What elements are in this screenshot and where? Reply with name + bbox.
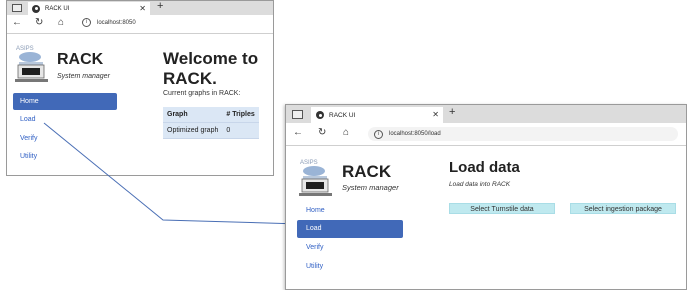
- new-tab-button[interactable]: +: [449, 106, 455, 118]
- info-icon[interactable]: i: [82, 18, 91, 27]
- reload-icon[interactable]: ↻: [318, 127, 326, 138]
- tab-strip: RACK UI ✕ +: [7, 1, 273, 15]
- app-name: RACK: [342, 162, 392, 181]
- page-title: Load data: [449, 159, 520, 176]
- nav-item-utility[interactable]: Utility: [13, 148, 124, 165]
- nav-item-home[interactable]: Home: [297, 202, 412, 220]
- url-field[interactable]: i localhost:8050/load: [368, 127, 678, 141]
- table-cell-graph: Optimized graph: [163, 122, 223, 139]
- rack-logo-icon: ASIPS: [15, 46, 48, 82]
- graphs-label: Current graphs in RACK:: [163, 90, 241, 97]
- app-favicon-icon: [316, 111, 324, 119]
- nav-item-verify[interactable]: Verify: [297, 239, 412, 257]
- rack-logo-icon: ASIPS: [299, 160, 332, 196]
- url-text: localhost:8050/load: [389, 131, 441, 137]
- page-title: Welcome to RACK.: [163, 49, 259, 88]
- select-turnstile-data-button[interactable]: Select Turnstile data: [449, 203, 555, 214]
- page-subtitle: Load data into RACK: [449, 181, 511, 188]
- url-field[interactable]: i localhost:8050: [82, 18, 136, 27]
- tab-title: RACK UI: [45, 5, 70, 12]
- column-header-graph: Graph: [163, 107, 223, 123]
- home-icon[interactable]: ⌂: [343, 127, 349, 138]
- table-cell-triples: 0: [222, 122, 259, 139]
- select-ingestion-package-button[interactable]: Select ingestion package: [570, 203, 676, 214]
- tab-strip: RACK UI ✕ +: [286, 105, 686, 123]
- app-name: RACK: [57, 51, 104, 68]
- nav-item-utility[interactable]: Utility: [297, 258, 412, 276]
- app-subtitle: System manager: [57, 73, 110, 80]
- browser-tab[interactable]: RACK UI ✕: [311, 107, 443, 123]
- graphs-table: Graph # Triples Optimized graph 0: [163, 107, 259, 139]
- address-bar-row: ← ↻ ⌂ i localhost:8050: [7, 15, 273, 34]
- back-arrow-icon[interactable]: ←: [293, 127, 303, 138]
- tab-actions-icon[interactable]: [12, 4, 22, 12]
- home-icon[interactable]: ⌂: [58, 17, 64, 28]
- svg-text:ASIPS: ASIPS: [300, 160, 318, 166]
- info-icon[interactable]: i: [374, 129, 383, 139]
- column-header-triples: # Triples: [222, 107, 259, 123]
- nav-item-home[interactable]: Home: [13, 93, 117, 110]
- nav-item-verify[interactable]: Verify: [13, 130, 124, 147]
- app-subtitle: System manager: [342, 183, 399, 192]
- close-tab-icon[interactable]: ✕: [139, 2, 146, 15]
- browser-window-load: RACK UI ✕ + ← ↻ ⌂ i localhost:8050/load …: [285, 104, 687, 290]
- table-header-row: Graph # Triples: [163, 107, 259, 123]
- url-text: localhost:8050: [97, 19, 136, 26]
- back-arrow-icon[interactable]: ←: [12, 17, 22, 28]
- nav-item-load[interactable]: Load: [297, 220, 403, 238]
- close-tab-icon[interactable]: ✕: [432, 107, 439, 123]
- tab-title: RACK UI: [329, 111, 356, 119]
- svg-text:ASIPS: ASIPS: [16, 46, 34, 52]
- tab-actions-icon[interactable]: [292, 110, 303, 119]
- nav-item-load[interactable]: Load: [13, 111, 124, 128]
- browser-tab[interactable]: RACK UI ✕: [28, 2, 150, 15]
- app-favicon-icon: [32, 4, 40, 13]
- address-bar-row: ← ↻ ⌂ i localhost:8050/load: [286, 123, 686, 146]
- new-tab-button[interactable]: +: [157, 1, 163, 12]
- reload-icon[interactable]: ↻: [35, 17, 43, 28]
- browser-window-home: RACK UI ✕ + ← ↻ ⌂ i localhost:8050 ASIPS…: [6, 0, 274, 176]
- table-row: Optimized graph 0: [163, 122, 259, 139]
